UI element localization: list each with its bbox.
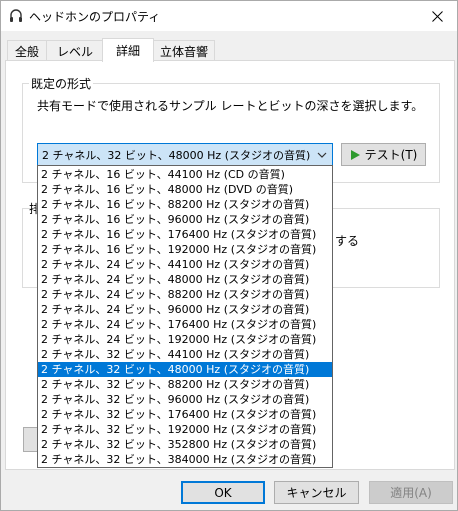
apply-button[interactable]: 適用(A) bbox=[369, 481, 453, 504]
tab-label: レベル bbox=[56, 44, 93, 59]
dropdown-option[interactable]: 2 チャネル、24 ビット、176400 Hz (スタジオの音質) bbox=[38, 317, 332, 332]
dropdown-option[interactable]: 2 チャネル、24 ビット、88200 Hz (スタジオの音質) bbox=[38, 287, 332, 302]
format-select-value: 2 チャネル、32 ビット、48000 Hz (スタジオの音質) bbox=[42, 148, 311, 162]
cancel-button-label: キャンセル bbox=[286, 486, 347, 500]
properties-dialog: ヘッドホンのプロパティ 全般 レベル 詳細 立体音響 既定の形式 共有モードで使… bbox=[0, 0, 458, 511]
dropdown-option[interactable]: 2 チャネル、32 ビット、384000 Hz (スタジオの音質) bbox=[38, 452, 332, 467]
test-button-label: テスト(T) bbox=[364, 148, 418, 162]
dropdown-option[interactable]: 2 チャネル、32 ビット、192000 Hz (スタジオの音質) bbox=[38, 422, 332, 437]
dropdown-option[interactable]: 2 チャネル、16 ビット、192000 Hz (スタジオの音質) bbox=[38, 242, 332, 257]
tab-general[interactable]: 全般 bbox=[7, 40, 47, 61]
headphones-icon bbox=[10, 9, 22, 22]
dropdown-option[interactable]: 2 チャネル、32 ビット、352800 Hz (スタジオの音質) bbox=[38, 437, 332, 452]
dropdown-option[interactable]: 2 チャネル、32 ビット、176400 Hz (スタジオの音質) bbox=[38, 407, 332, 422]
apply-button-label: 適用(A) bbox=[390, 486, 432, 500]
dropdown-option[interactable]: 2 チャネル、32 ビット、96000 Hz (スタジオの音質) bbox=[38, 392, 332, 407]
dropdown-option[interactable]: 2 チャネル、16 ビット、48000 Hz (DVD の音質) bbox=[38, 182, 332, 197]
dropdown-option[interactable]: 2 チャネル、16 ビット、96000 Hz (スタジオの音質) bbox=[38, 212, 332, 227]
tab-advanced[interactable]: 詳細 bbox=[102, 38, 154, 62]
dropdown-option[interactable]: 2 チャネル、16 ビット、44100 Hz (CD の音質) bbox=[38, 167, 332, 182]
dropdown-option[interactable]: 2 チャネル、24 ビット、96000 Hz (スタジオの音質) bbox=[38, 302, 332, 317]
tab-strip: 全般 レベル 詳細 立体音響 bbox=[5, 38, 455, 62]
dropdown-option[interactable]: 2 チャネル、32 ビット、48000 Hz (スタジオの音質) bbox=[38, 362, 332, 377]
dropdown-option[interactable]: 2 チャネル、24 ビット、44100 Hz (スタジオの音質) bbox=[38, 257, 332, 272]
dropdown-option[interactable]: 2 チャネル、32 ビット、44100 Hz (スタジオの音質) bbox=[38, 347, 332, 362]
dropdown-option[interactable]: 2 チャネル、24 ビット、48000 Hz (スタジオの音質) bbox=[38, 272, 332, 287]
cancel-button[interactable]: キャンセル bbox=[274, 481, 359, 504]
close-button[interactable] bbox=[417, 1, 457, 31]
tab-label: 全般 bbox=[14, 44, 39, 59]
test-button[interactable]: テスト(T) bbox=[341, 143, 426, 166]
play-icon bbox=[350, 149, 360, 160]
ok-button-label: OK bbox=[214, 485, 232, 500]
dropdown-option[interactable]: 2 チャネル、24 ビット、192000 Hz (スタジオの音質) bbox=[38, 332, 332, 347]
window-title: ヘッドホンのプロパティ bbox=[29, 10, 161, 24]
format-dropdown-list[interactable]: 2 チャネル、16 ビット、44100 Hz (CD の音質) 2 チャネル、16… bbox=[37, 165, 333, 468]
tab-levels[interactable]: レベル bbox=[46, 40, 104, 61]
format-select[interactable]: 2 チャネル、32 ビット、48000 Hz (スタジオの音質) bbox=[37, 143, 333, 166]
tab-label: 詳細 bbox=[115, 44, 140, 58]
ok-button[interactable]: OK bbox=[181, 481, 265, 504]
dropdown-option[interactable]: 2 チャネル、16 ビット、88200 Hz (スタジオの音質) bbox=[38, 197, 332, 212]
dropdown-option[interactable]: 2 チャネル、32 ビット、88200 Hz (スタジオの音質) bbox=[38, 377, 332, 392]
exclusive-mode-text-fragment: する bbox=[335, 234, 360, 248]
dropdown-option[interactable]: 2 チャネル、16 ビット、176400 Hz (スタジオの音質) bbox=[38, 227, 332, 242]
chevron-down-icon bbox=[317, 152, 327, 158]
close-icon bbox=[431, 10, 443, 22]
tab-spatial-sound[interactable]: 立体音響 bbox=[153, 40, 215, 61]
group-title: 既定の形式 bbox=[29, 75, 94, 92]
format-description: 共有モードで使用されるサンプル レートとビットの深さを選択します。 bbox=[37, 99, 424, 113]
tab-label: 立体音響 bbox=[159, 44, 208, 59]
title-bar: ヘッドホンのプロパティ bbox=[1, 1, 457, 31]
